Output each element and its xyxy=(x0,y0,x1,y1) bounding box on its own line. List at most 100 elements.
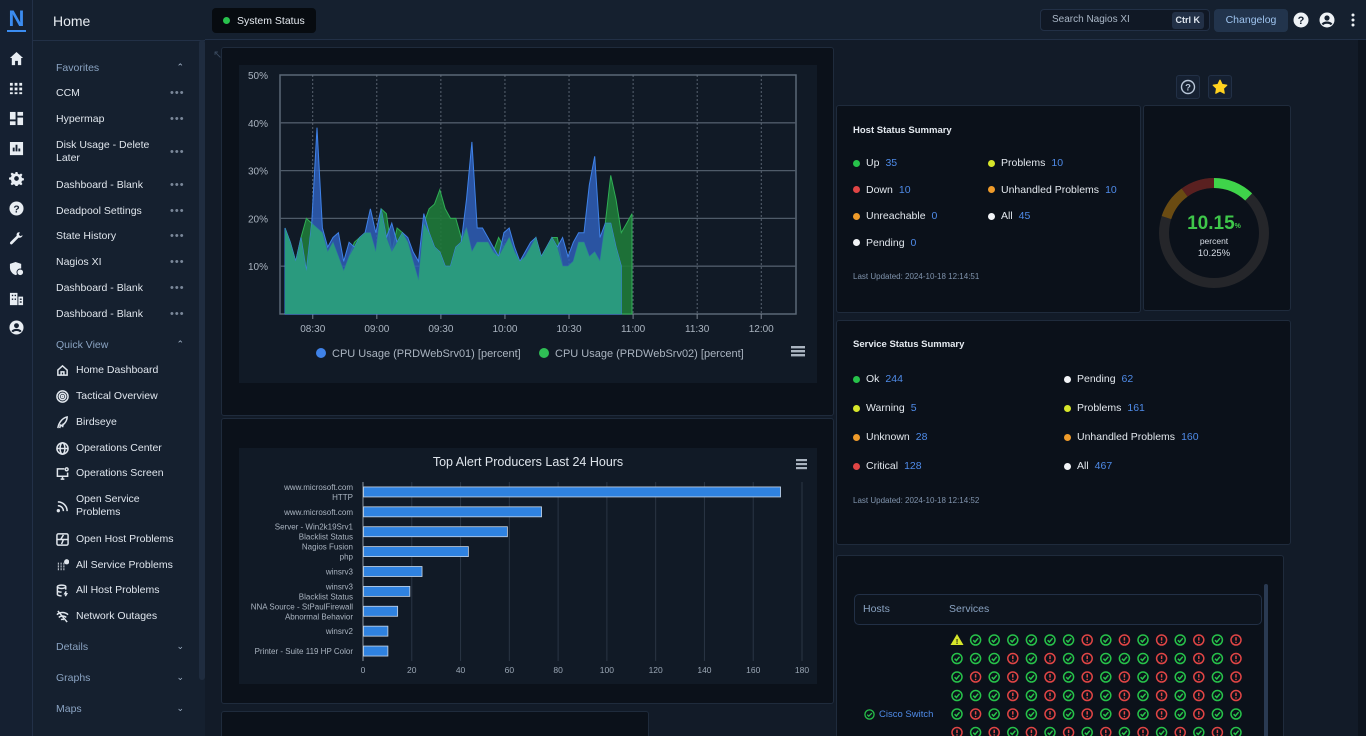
service-ok-icon[interactable] xyxy=(951,689,963,702)
favorite-item[interactable]: State History xyxy=(56,230,156,243)
service-ok-icon[interactable] xyxy=(1062,689,1075,702)
more-icon[interactable]: ••• xyxy=(170,179,185,191)
service-critical-icon[interactable] xyxy=(1007,652,1019,665)
more-icon[interactable]: ••• xyxy=(170,256,185,268)
quick-view-birdseye[interactable]: Birdseye xyxy=(56,416,196,429)
resize-handle-icon[interactable]: ↖ xyxy=(213,48,222,61)
changelog-button[interactable]: Changelog xyxy=(1214,9,1288,32)
bar[interactable] xyxy=(363,486,781,498)
help-icon[interactable]: ? xyxy=(7,199,25,217)
service-critical-icon[interactable] xyxy=(1137,726,1149,736)
service-critical-icon[interactable] xyxy=(1007,708,1019,720)
service-ok-icon[interactable] xyxy=(1137,689,1149,702)
service-critical-icon[interactable] xyxy=(969,708,982,720)
maps-section-header[interactable]: Maps ⌄ xyxy=(56,703,184,715)
service-ok-icon[interactable] xyxy=(1137,708,1149,720)
service-ok-icon[interactable] xyxy=(1062,708,1075,720)
service-critical-icon[interactable] xyxy=(1155,634,1168,646)
bar[interactable] xyxy=(363,526,508,538)
service-critical-icon[interactable] xyxy=(1155,652,1168,665)
service-ok-icon[interactable] xyxy=(1193,726,1205,736)
bar[interactable] xyxy=(363,566,423,577)
favorite-item[interactable]: Disk Usage - Delete Later xyxy=(56,139,156,165)
service-ok-icon[interactable] xyxy=(1211,652,1224,665)
more-icon[interactable]: ••• xyxy=(170,113,185,125)
service-ok-icon[interactable] xyxy=(1044,634,1056,646)
service-ok-icon[interactable] xyxy=(1174,652,1186,665)
service-ok-icon[interactable] xyxy=(1230,726,1242,736)
service-ok-icon[interactable] xyxy=(1100,689,1112,702)
host-status-up[interactable]: Up 35 xyxy=(853,157,897,169)
service-critical-icon[interactable] xyxy=(1230,689,1242,702)
system-status-button[interactable]: System Status xyxy=(212,8,316,33)
service-warning-icon[interactable]: ! xyxy=(950,634,964,646)
service-ok-icon[interactable] xyxy=(1062,671,1075,683)
service-ok-icon[interactable] xyxy=(969,634,982,646)
chart-menu-icon[interactable] xyxy=(791,346,805,357)
service-ok-icon[interactable] xyxy=(1211,708,1224,720)
quick-view-open-service-problems[interactable]: Open Service Problems xyxy=(56,493,196,519)
service-critical-icon[interactable] xyxy=(1025,726,1038,736)
service-critical-icon[interactable] xyxy=(1044,689,1056,702)
status-count[interactable]: 35 xyxy=(885,157,897,169)
service-ok-icon[interactable] xyxy=(1062,634,1075,646)
quick-view-all-host-problems[interactable]: All Host Problems xyxy=(56,584,196,597)
bar[interactable] xyxy=(363,546,469,558)
service-critical-icon[interactable] xyxy=(1230,671,1242,683)
service-ok-icon[interactable] xyxy=(969,652,982,665)
service-ok-icon[interactable] xyxy=(1062,652,1075,665)
service-critical-icon[interactable] xyxy=(1193,634,1205,646)
status-count[interactable]: 10 xyxy=(899,184,911,196)
service-critical-icon[interactable] xyxy=(969,671,982,683)
security-icon[interactable] xyxy=(7,259,25,277)
service-critical-icon[interactable] xyxy=(1100,726,1112,736)
service-status-ok[interactable]: Ok 244 xyxy=(853,373,903,385)
quick-view-operations-center[interactable]: Operations Center xyxy=(56,442,196,455)
service-critical-icon[interactable] xyxy=(1044,671,1056,683)
service-status-unhandled-problems[interactable]: Unhandled Problems 160 xyxy=(1064,431,1199,443)
service-ok-icon[interactable] xyxy=(988,652,1000,665)
service-ok-icon[interactable] xyxy=(951,671,963,683)
service-ok-icon[interactable] xyxy=(1230,708,1242,720)
host-status-pending[interactable]: Pending 0 xyxy=(853,237,916,249)
service-critical-icon[interactable] xyxy=(1193,652,1205,665)
chart-menu-icon[interactable] xyxy=(796,459,807,470)
service-ok-icon[interactable] xyxy=(1137,652,1149,665)
tools-icon[interactable] xyxy=(7,229,25,247)
bar[interactable] xyxy=(363,506,542,518)
quick-view-network-outages[interactable]: Network Outages xyxy=(56,610,196,623)
grid-scrollbar[interactable] xyxy=(1264,584,1268,736)
service-ok-icon[interactable] xyxy=(1081,726,1093,736)
host-status-all[interactable]: All 45 xyxy=(988,210,1030,222)
more-icon[interactable]: ••• xyxy=(170,146,185,158)
quick-view-open-host-problems[interactable]: Open Host Problems xyxy=(56,533,196,546)
bar[interactable] xyxy=(363,645,389,657)
service-status-pending[interactable]: Pending 62 xyxy=(1064,373,1133,385)
service-status-problems[interactable]: Problems 161 xyxy=(1064,402,1145,414)
service-ok-icon[interactable] xyxy=(1100,652,1112,665)
service-ok-icon[interactable] xyxy=(951,652,963,665)
status-count[interactable]: 10 xyxy=(1105,184,1117,196)
service-critical-icon[interactable] xyxy=(1081,652,1093,665)
status-count[interactable]: 0 xyxy=(911,237,917,249)
help-button[interactable]: ? xyxy=(1176,75,1200,99)
status-count[interactable]: 45 xyxy=(1019,210,1031,222)
service-critical-icon[interactable] xyxy=(1155,671,1168,683)
service-ok-icon[interactable] xyxy=(1211,671,1224,683)
service-ok-icon[interactable] xyxy=(1100,634,1112,646)
chevron-up-icon[interactable]: ⌃ xyxy=(176,339,184,350)
chevron-up-icon[interactable]: ⌃ xyxy=(176,62,184,73)
service-critical-icon[interactable] xyxy=(1230,652,1242,665)
service-critical-icon[interactable] xyxy=(1044,652,1056,665)
service-ok-icon[interactable] xyxy=(1137,671,1149,683)
service-critical-icon[interactable] xyxy=(1118,708,1131,720)
favorite-item[interactable]: CCM xyxy=(56,87,156,100)
building-icon[interactable] xyxy=(7,289,25,307)
service-ok-icon[interactable] xyxy=(1174,634,1186,646)
service-critical-icon[interactable] xyxy=(1007,671,1019,683)
service-ok-icon[interactable] xyxy=(1007,634,1019,646)
favorite-item[interactable]: Hypermap xyxy=(56,113,156,126)
service-critical-icon[interactable] xyxy=(1193,708,1205,720)
chevron-down-icon[interactable]: ⌄ xyxy=(176,703,184,714)
service-ok-icon[interactable] xyxy=(988,634,1000,646)
